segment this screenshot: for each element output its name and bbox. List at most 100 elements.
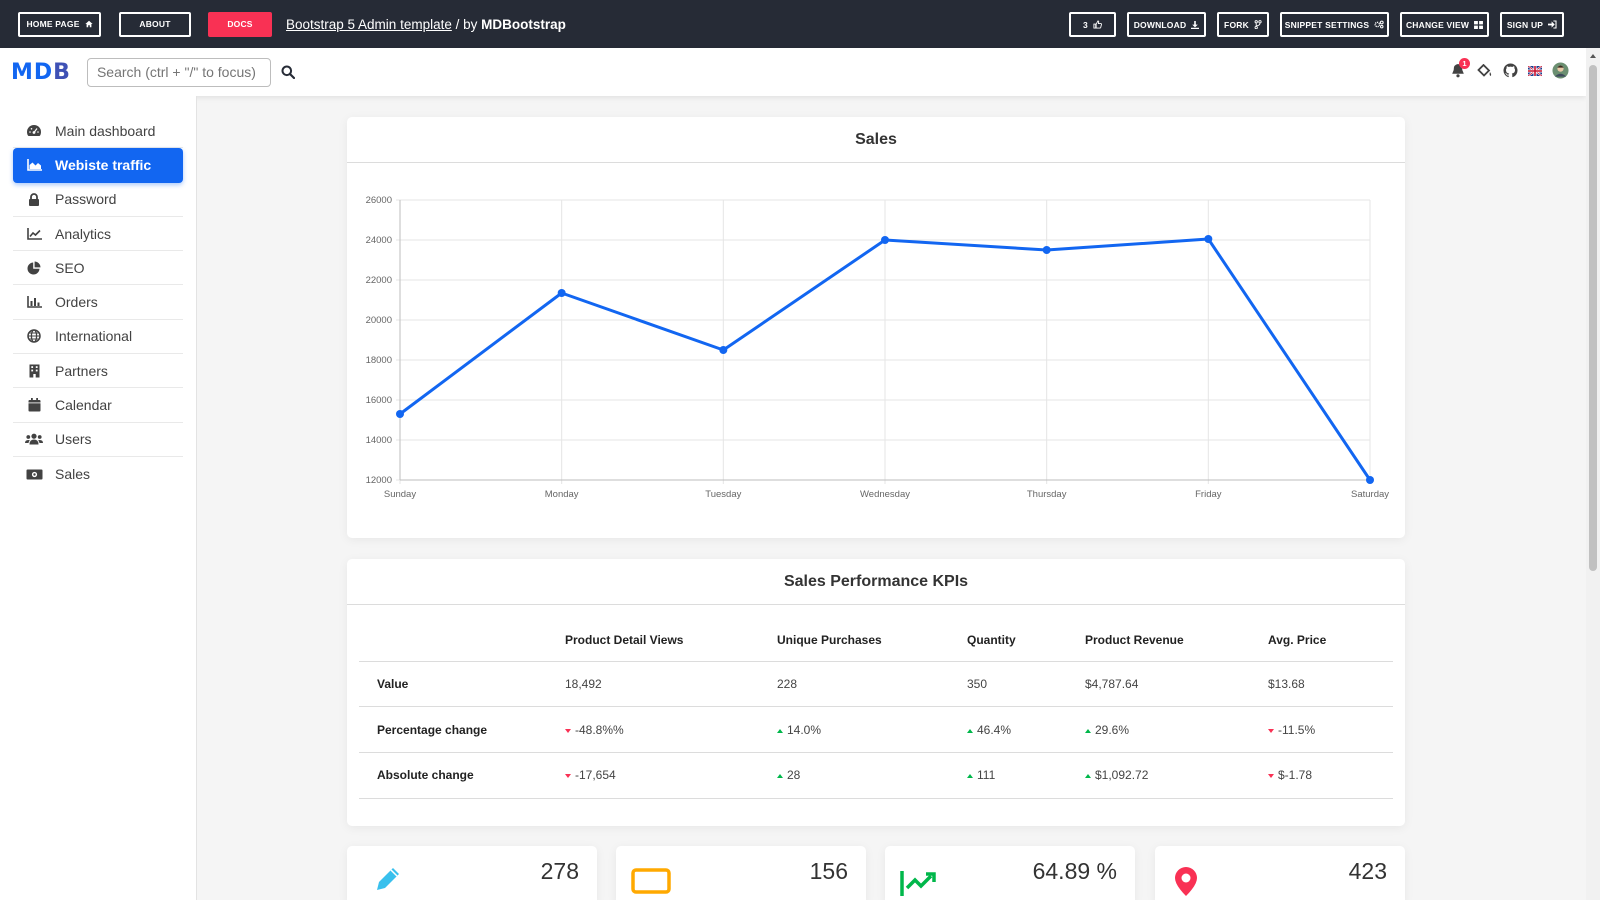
sidebar-item-partners[interactable]: Partners <box>13 354 183 389</box>
kpi-cell: -11.5% <box>1268 706 1393 753</box>
fork-button[interactable]: FORK <box>1217 12 1269 37</box>
y-tick-label: 26000 <box>366 195 392 206</box>
kpi-col-header <box>359 620 565 662</box>
caret-up-icon <box>967 774 973 779</box>
kpi-cell: 29.6% <box>1085 706 1268 753</box>
kpi-cell: 18,492 <box>565 661 777 708</box>
sign-up-button[interactable]: SIGN UP <box>1500 12 1564 37</box>
sidebar-item-international[interactable]: International <box>13 320 183 355</box>
caret-up-icon <box>777 728 783 733</box>
x-tick-label: Thursday <box>1027 489 1067 500</box>
kpi-cell: 46.4% <box>967 706 1085 753</box>
change-view-button[interactable]: CHANGE VIEW <box>1400 12 1489 37</box>
home-icon <box>84 20 93 28</box>
area-chart-icon <box>26 159 42 172</box>
sidebar-menu: Main dashboard Webiste traffic Password … <box>13 114 183 491</box>
sidebar-item-analytics[interactable]: Analytics <box>13 217 183 252</box>
avatar[interactable] <box>1552 62 1569 79</box>
sidebar-item-website-traffic[interactable]: Webiste traffic <box>13 148 183 183</box>
likes-button[interactable]: 3 <box>1069 12 1116 37</box>
kpi-cell: -17,654 <box>565 752 777 799</box>
template-link[interactable]: Bootstrap 5 Admin template <box>286 17 452 32</box>
kpi-col-header: Product Detail Views <box>565 620 777 662</box>
y-tick-label: 18000 <box>366 355 392 366</box>
y-tick-label: 16000 <box>366 395 392 406</box>
data-point <box>1204 235 1213 243</box>
page-scrollbar[interactable] <box>1586 48 1600 900</box>
brand-name: MDBootstrap <box>481 16 566 32</box>
page-title: Bootstrap 5 Admin template / by MDBootst… <box>286 16 566 32</box>
x-tick-label: Monday <box>545 489 579 500</box>
stat-value: 423 <box>1348 858 1387 884</box>
kpi-cell: -48.8%% <box>565 706 777 753</box>
table-row: Absolute change -17,654 28 111 $1,092.72… <box>359 752 1393 799</box>
kpi-cell: 228 <box>777 661 967 708</box>
notification-badge: 1 <box>1459 57 1470 69</box>
x-tick-label: Saturday <box>1351 489 1389 500</box>
sidebar-item-sales[interactable]: Sales <box>13 457 183 491</box>
kpi-cell: 111 <box>967 752 1085 799</box>
caret-up-icon <box>1085 774 1091 779</box>
sidebar-item-seo[interactable]: SEO <box>13 251 183 286</box>
kpi-cell: $1,092.72 <box>1085 752 1268 799</box>
caret-down-icon <box>565 774 571 779</box>
pie-chart-icon <box>27 261 41 275</box>
table-row: Percentage change -48.8%% 14.0% 46.4% 29… <box>359 706 1393 753</box>
paint-bucket-icon[interactable] <box>1477 63 1493 78</box>
docs-button[interactable]: DOCS <box>208 11 272 37</box>
data-point <box>557 289 566 297</box>
globe-icon <box>27 329 41 344</box>
kpi-card-title: Sales Performance KPIs <box>347 559 1405 605</box>
stat-value: 278 <box>540 858 579 884</box>
sidebar-item-main-dashboard[interactable]: Main dashboard <box>13 114 183 149</box>
x-tick-label: Wednesday <box>860 489 910 500</box>
search-icon[interactable] <box>281 65 295 79</box>
users-icon <box>25 433 43 445</box>
sidebar-item-users[interactable]: Users <box>13 423 183 457</box>
kpi-header-row: Product Detail Views Unique Purchases Qu… <box>359 620 1393 662</box>
scroll-up-arrow-icon[interactable] <box>1590 54 1596 58</box>
download-button[interactable]: DOWNLOAD <box>1127 12 1206 37</box>
x-tick-label: Sunday <box>384 489 416 500</box>
sidebar: Main dashboard Webiste traffic Password … <box>0 96 197 900</box>
kpi-col-header: Quantity <box>967 620 1085 662</box>
navbar-icons: 1 <box>1451 57 1569 79</box>
snippet-settings-button[interactable]: SNIPPET SETTINGS <box>1280 12 1389 37</box>
kpi-card: Sales Performance KPIs Product Detail Vi… <box>347 559 1405 826</box>
y-tick-label: 22000 <box>366 275 392 286</box>
sidebar-item-calendar[interactable]: Calendar <box>13 388 183 423</box>
kpi-cell: 28 <box>777 752 967 799</box>
uk-flag-icon[interactable] <box>1528 65 1542 76</box>
money-bill-icon <box>26 469 42 480</box>
caret-up-icon <box>777 774 783 779</box>
stat-card-posts: 278 <box>347 846 597 900</box>
top-right-actions: 3 DOWNLOAD FORK SNIPPET SETTINGS CHANGE … <box>1069 12 1564 37</box>
kpi-cell: $-1.78 <box>1268 752 1393 799</box>
data-point <box>1042 246 1051 254</box>
main-navbar: MDB 1 <box>0 48 1586 96</box>
github-icon[interactable] <box>1503 63 1518 78</box>
thumbs-up-icon <box>1093 20 1102 29</box>
home-page-button[interactable]: HOME PAGE <box>18 11 101 37</box>
caret-down-icon <box>1268 774 1274 779</box>
sidebar-item-password[interactable]: Password <box>13 183 183 217</box>
stat-card-conversion: 64.89 % <box>885 846 1135 900</box>
about-button[interactable]: ABOUT <box>119 11 191 37</box>
data-point <box>719 346 728 354</box>
stat-card-comments: 156 <box>616 846 866 900</box>
mdb-logo[interactable]: MDB <box>11 60 71 85</box>
sidebar-item-orders[interactable]: Orders <box>13 285 183 320</box>
kpi-cell: 14.0% <box>777 706 967 753</box>
notifications-button[interactable]: 1 <box>1451 57 1470 79</box>
cogs-icon <box>1374 20 1384 29</box>
comment-icon <box>631 868 671 894</box>
stat-value: 156 <box>809 858 848 884</box>
download-icon <box>1191 20 1200 29</box>
chart-up-icon <box>900 871 936 896</box>
x-tick-label: Friday <box>1195 489 1222 500</box>
line-chart-icon <box>26 227 42 240</box>
scroll-thumb[interactable] <box>1589 65 1597 571</box>
kpi-cell: $13.68 <box>1268 661 1393 708</box>
sales-chart-area: 12000 14000 16000 18000 20000 22000 24000 26000… <box>347 163 1405 538</box>
search-input[interactable] <box>86 57 271 87</box>
